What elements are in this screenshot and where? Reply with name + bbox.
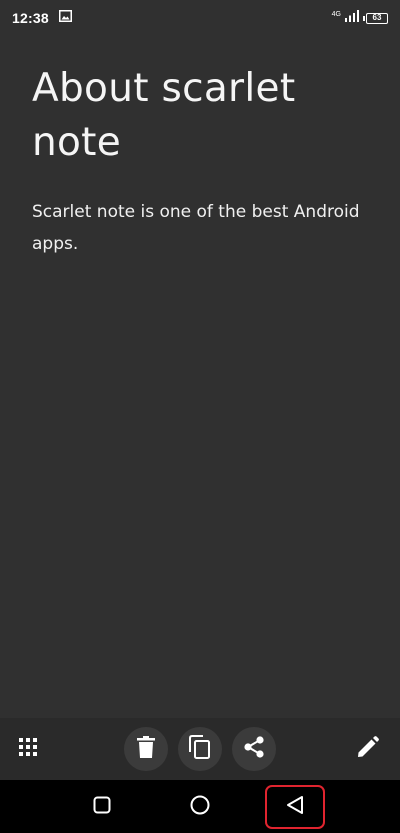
edit-button[interactable] bbox=[350, 731, 386, 767]
note-title: About scarlet note bbox=[32, 66, 296, 165]
home-icon bbox=[190, 795, 210, 820]
apps-grid-icon bbox=[18, 737, 38, 762]
battery-level: 63 bbox=[366, 12, 388, 24]
note-content: About scarlet note Scarlet note is one o… bbox=[32, 62, 372, 260]
delete-button[interactable] bbox=[124, 727, 168, 771]
share-button[interactable] bbox=[232, 727, 276, 771]
share-icon bbox=[243, 735, 265, 764]
recent-apps-icon bbox=[93, 796, 111, 819]
status-right: 4G 63 bbox=[332, 9, 388, 27]
battery-icon: 63 bbox=[363, 12, 388, 24]
status-bar: 12:38 4G 63 bbox=[0, 0, 400, 36]
note-body: Scarlet note is one of the best Android … bbox=[32, 202, 360, 254]
apps-grid-button[interactable] bbox=[10, 731, 46, 767]
signal-icon bbox=[345, 9, 359, 27]
status-left: 12:38 bbox=[12, 9, 72, 27]
delete-icon bbox=[137, 735, 155, 763]
status-time: 12:38 bbox=[12, 10, 49, 26]
copy-button[interactable] bbox=[178, 727, 222, 771]
home-button[interactable] bbox=[170, 785, 230, 829]
image-icon bbox=[58, 9, 72, 27]
back-icon bbox=[286, 795, 304, 820]
bottom-toolbar bbox=[0, 718, 400, 780]
copy-icon bbox=[189, 734, 211, 764]
network-type-label: 4G bbox=[331, 10, 341, 18]
back-button[interactable] bbox=[265, 785, 325, 829]
edit-icon bbox=[357, 735, 379, 763]
battery-tip bbox=[363, 15, 365, 21]
recent-apps-button[interactable] bbox=[72, 785, 132, 829]
navigation-bar bbox=[0, 780, 400, 833]
